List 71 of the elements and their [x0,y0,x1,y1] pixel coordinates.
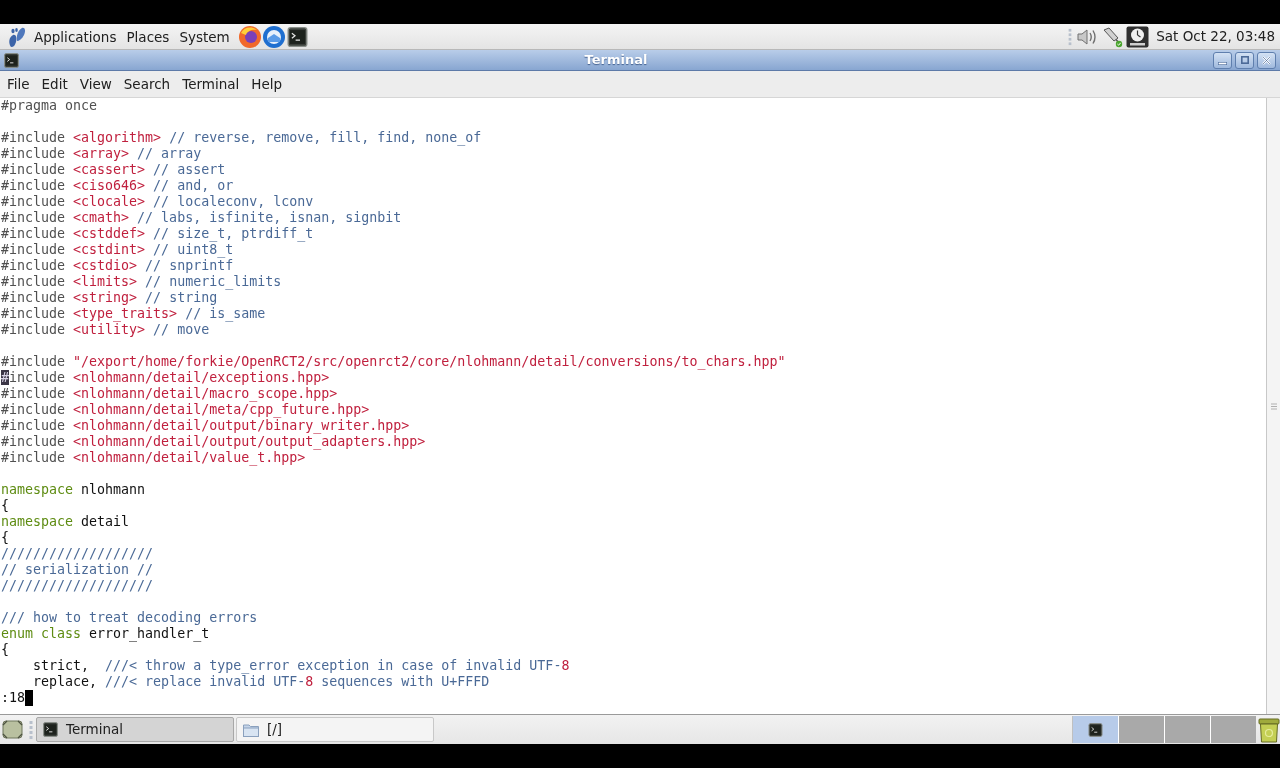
menu-item[interactable]: Help [245,72,289,96]
foot-icon[interactable] [7,25,27,48]
code-line: #include <nlohmann/detail/meta/cpp_future.hpp> [1,402,370,418]
code-line: #include <nlohmann/detail/output/binary_writer.hpp> [1,418,410,434]
code-line: #include <cstddef> // size_t, ptrdiff_t [1,226,314,242]
network-icon[interactable] [1101,25,1124,48]
menu-item[interactable]: File [1,72,36,96]
code-line: namespace nlohmann [1,482,146,498]
panel-menu[interactable]: System [174,24,235,49]
trash-icon[interactable] [1258,716,1280,743]
minimize-icon [1218,62,1227,65]
taskbar-button[interactable]: [/] [236,717,434,742]
code-line: /////////////////// [1,546,154,562]
code-line: /// how to treat decoding errors [1,610,258,626]
code-line: #include <cassert> // assert [1,162,226,178]
code-line: { [1,642,9,658]
bird-icon[interactable] [261,24,286,49]
code-line: #include <nlohmann/detail/macro_scope.hpp> [1,386,338,402]
folder-icon [243,722,259,737]
clock-icon[interactable] [1126,25,1150,48]
minimize-button[interactable] [1213,51,1232,69]
window-title: Terminal [584,51,648,70]
code-line: /////////////////// [1,578,154,594]
close-button[interactable] [1257,51,1276,69]
command-line-text: :18 [1,690,26,706]
code-line: namespace detail [1,514,130,530]
globe-icon[interactable] [237,24,262,49]
code-line: #include <clocale> // localeconv, lconv [1,194,314,210]
code-line: { [1,498,9,514]
maximize-icon [1240,56,1249,64]
menu-item[interactable]: Search [117,72,177,96]
code-line: #include <nlohmann/detail/value_t.hpp> [1,450,306,466]
code-line: #include <cstdio> // snprintf [1,258,234,274]
panel-menu[interactable]: Places [121,24,175,49]
maximize-button[interactable] [1235,51,1254,69]
terminal-icon [1088,722,1103,737]
code-line: #include <ciso646> // and, or [1,178,234,194]
code-line: #include <nlohmann/detail/output/output_adapters.hpp> [1,434,426,450]
code-line: #include <utility> // move [1,322,210,338]
show-desktop-icon[interactable] [2,720,23,739]
menu-item[interactable]: View [73,72,118,96]
code-line: #pragma once [1,98,98,114]
drag-handle-icon[interactable] [1068,27,1073,46]
speaker-icon[interactable] [1076,26,1099,47]
close-icon [1262,55,1271,65]
grip-icon [1270,402,1277,410]
code-line: #include <type_traits> // is_same [1,306,266,322]
workspace[interactable] [1073,716,1118,743]
code-line: #include <limits> // numeric_limits [1,274,282,290]
code-line: { [1,530,9,546]
menu-item[interactable]: Edit [35,72,74,96]
terminal-icon [286,26,308,47]
taskbar-button[interactable]: Terminal [36,717,234,742]
terminal-icon [43,722,58,737]
panel-menu[interactable]: Applications [29,24,122,49]
code-line: #include <cmath> // labs, isfinite, isnan, signbit [1,210,402,226]
clock-text[interactable]: Sat Oct 22, 03:48 [1156,26,1275,47]
code-line: #include <nlohmann/detail/exceptions.hpp> [1,370,330,386]
code-line: enum class error_handler_t [1,626,210,642]
code-line: #include "/export/home/forkie/OpenRCT2/src/openrct2/core/nlohmann/detail/conversions/to_chars.hpp" [1,354,786,370]
code-line: replace, ///< replace invalid UTF-8 sequences with U+FFFD [32,674,490,690]
code-line: #include <algorithm> // reverse, remove, fill, find, none_of [1,130,482,146]
drag-handle-icon[interactable] [29,719,33,740]
scrollbar[interactable] [1266,98,1280,714]
code-line: #include <string> // string [1,290,218,306]
code-line: #include <cstdint> // uint8_t [1,242,234,258]
code-line: #include <array> // array [1,146,202,162]
code-line: strict, ///< throw a type_error exception in case of invalid UTF-8 [32,658,570,674]
menu-item[interactable]: Terminal [176,72,246,96]
code-line: // serialization // [1,562,154,578]
terminal-icon [4,52,19,68]
